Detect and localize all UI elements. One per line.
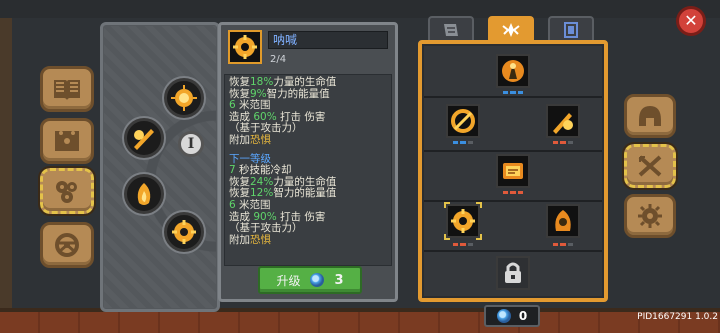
talent-pips-r4-right — [553, 243, 573, 246]
lock-icon — [505, 262, 521, 283]
fire-slash-icon — [553, 113, 573, 134]
tab-skills[interactable] — [622, 142, 678, 190]
tab-book[interactable] — [40, 66, 94, 112]
tier-marker: I — [178, 131, 204, 157]
flame-burst-icon — [137, 183, 151, 205]
door-icon — [564, 22, 578, 38]
gear-flame-icon — [233, 35, 257, 59]
tree-tab-scroll[interactable] — [428, 16, 474, 42]
skill-name: 呐喊 — [268, 31, 388, 49]
talent-node-r1[interactable] — [496, 54, 530, 88]
tree-tab-door[interactable] — [548, 16, 594, 42]
close-button[interactable]: ✕ — [676, 6, 706, 36]
gear-flame-icon — [172, 220, 196, 244]
close-icon: ✕ — [684, 11, 698, 30]
skill-node-bottom[interactable] — [164, 212, 204, 252]
gear-flame-icon — [451, 209, 475, 233]
gears-icon — [56, 181, 77, 203]
tab-chest[interactable] — [40, 118, 94, 164]
skill-node-top[interactable] — [164, 78, 204, 118]
fire-slash-icon — [134, 129, 154, 150]
chest-icon — [55, 131, 79, 151]
skill-description[interactable]: 恢复18%力量的生命值 恢复9%智力的能量值 6 米范围 造成 60% 打击 伤害 （基… — [224, 74, 392, 266]
talent-node-r4-right[interactable] — [546, 204, 580, 238]
hero-aura-icon — [502, 60, 524, 82]
tab-gears[interactable] — [38, 166, 96, 216]
talent-points-value: 0 — [518, 309, 528, 323]
radiant-shield-icon — [171, 85, 197, 111]
cog-icon — [638, 204, 662, 228]
wooden-floor — [0, 312, 720, 333]
next-level-stats: 7 秒技能冷却 恢复24%力量的生命值 恢复12%智力的能量值 6 米范围 造成 90%… — [229, 164, 387, 246]
tab-steering[interactable] — [40, 222, 94, 268]
skill-node-left-lower[interactable] — [124, 174, 164, 214]
war-cry-icon — [555, 210, 571, 231]
talent-pips-r1 — [503, 91, 523, 94]
tab-cog[interactable] — [624, 194, 676, 238]
selection-corner — [476, 202, 482, 208]
upgrade-cost: 3 — [334, 272, 344, 288]
build-id: PID1667291 1.0.2 — [637, 312, 718, 322]
selection-corner — [444, 202, 450, 208]
spell-tome-icon — [503, 163, 523, 179]
blue-gem-icon — [310, 273, 325, 287]
blue-gem-icon — [496, 309, 511, 323]
scroll-icon — [444, 24, 458, 36]
selection-corner — [444, 234, 450, 240]
tab-helmet[interactable] — [624, 94, 676, 138]
talent-node-r3[interactable] — [496, 154, 530, 188]
selected-skill-icon — [228, 30, 262, 64]
upgrade-label: 升级 — [276, 273, 301, 288]
talent-node-r2-left[interactable] — [446, 104, 480, 138]
crossed-swords-icon — [638, 155, 662, 177]
top-strip — [0, 0, 720, 18]
stat-line: 附加恐惧 — [229, 233, 271, 246]
skill-node-left-upper[interactable] — [124, 118, 164, 158]
talent-points: 0 — [484, 305, 540, 327]
skill-level: 2/4 — [270, 54, 287, 65]
helmet-icon — [639, 106, 661, 126]
talent-pips-r2-right — [553, 141, 573, 144]
spinning-blade-icon — [451, 109, 475, 133]
tree-tab-emblem[interactable] — [488, 16, 534, 42]
talent-pips-r2-left — [453, 141, 473, 144]
stat-line: 附加恐惧 — [229, 133, 271, 146]
steering-wheel-icon — [55, 233, 79, 257]
current-level-stats: 恢复18%力量的生命值 恢复9%智力的能量值 6 米范围 造成 60% 打击 伤害 （基… — [229, 76, 387, 147]
book-icon — [54, 80, 80, 100]
selection-corner — [476, 234, 482, 240]
talent-node-r2-right[interactable] — [546, 104, 580, 138]
talent-node-locked[interactable] — [496, 256, 530, 290]
talent-pips-r3 — [503, 191, 523, 194]
winged-emblem-icon — [502, 23, 520, 37]
upgrade-button[interactable]: 升级 3 — [258, 266, 362, 294]
talent-node-r4-left[interactable] — [446, 204, 480, 238]
left-frame — [0, 18, 12, 333]
board-pattern — [104, 26, 216, 308]
talent-pips-r4-left — [453, 243, 473, 246]
